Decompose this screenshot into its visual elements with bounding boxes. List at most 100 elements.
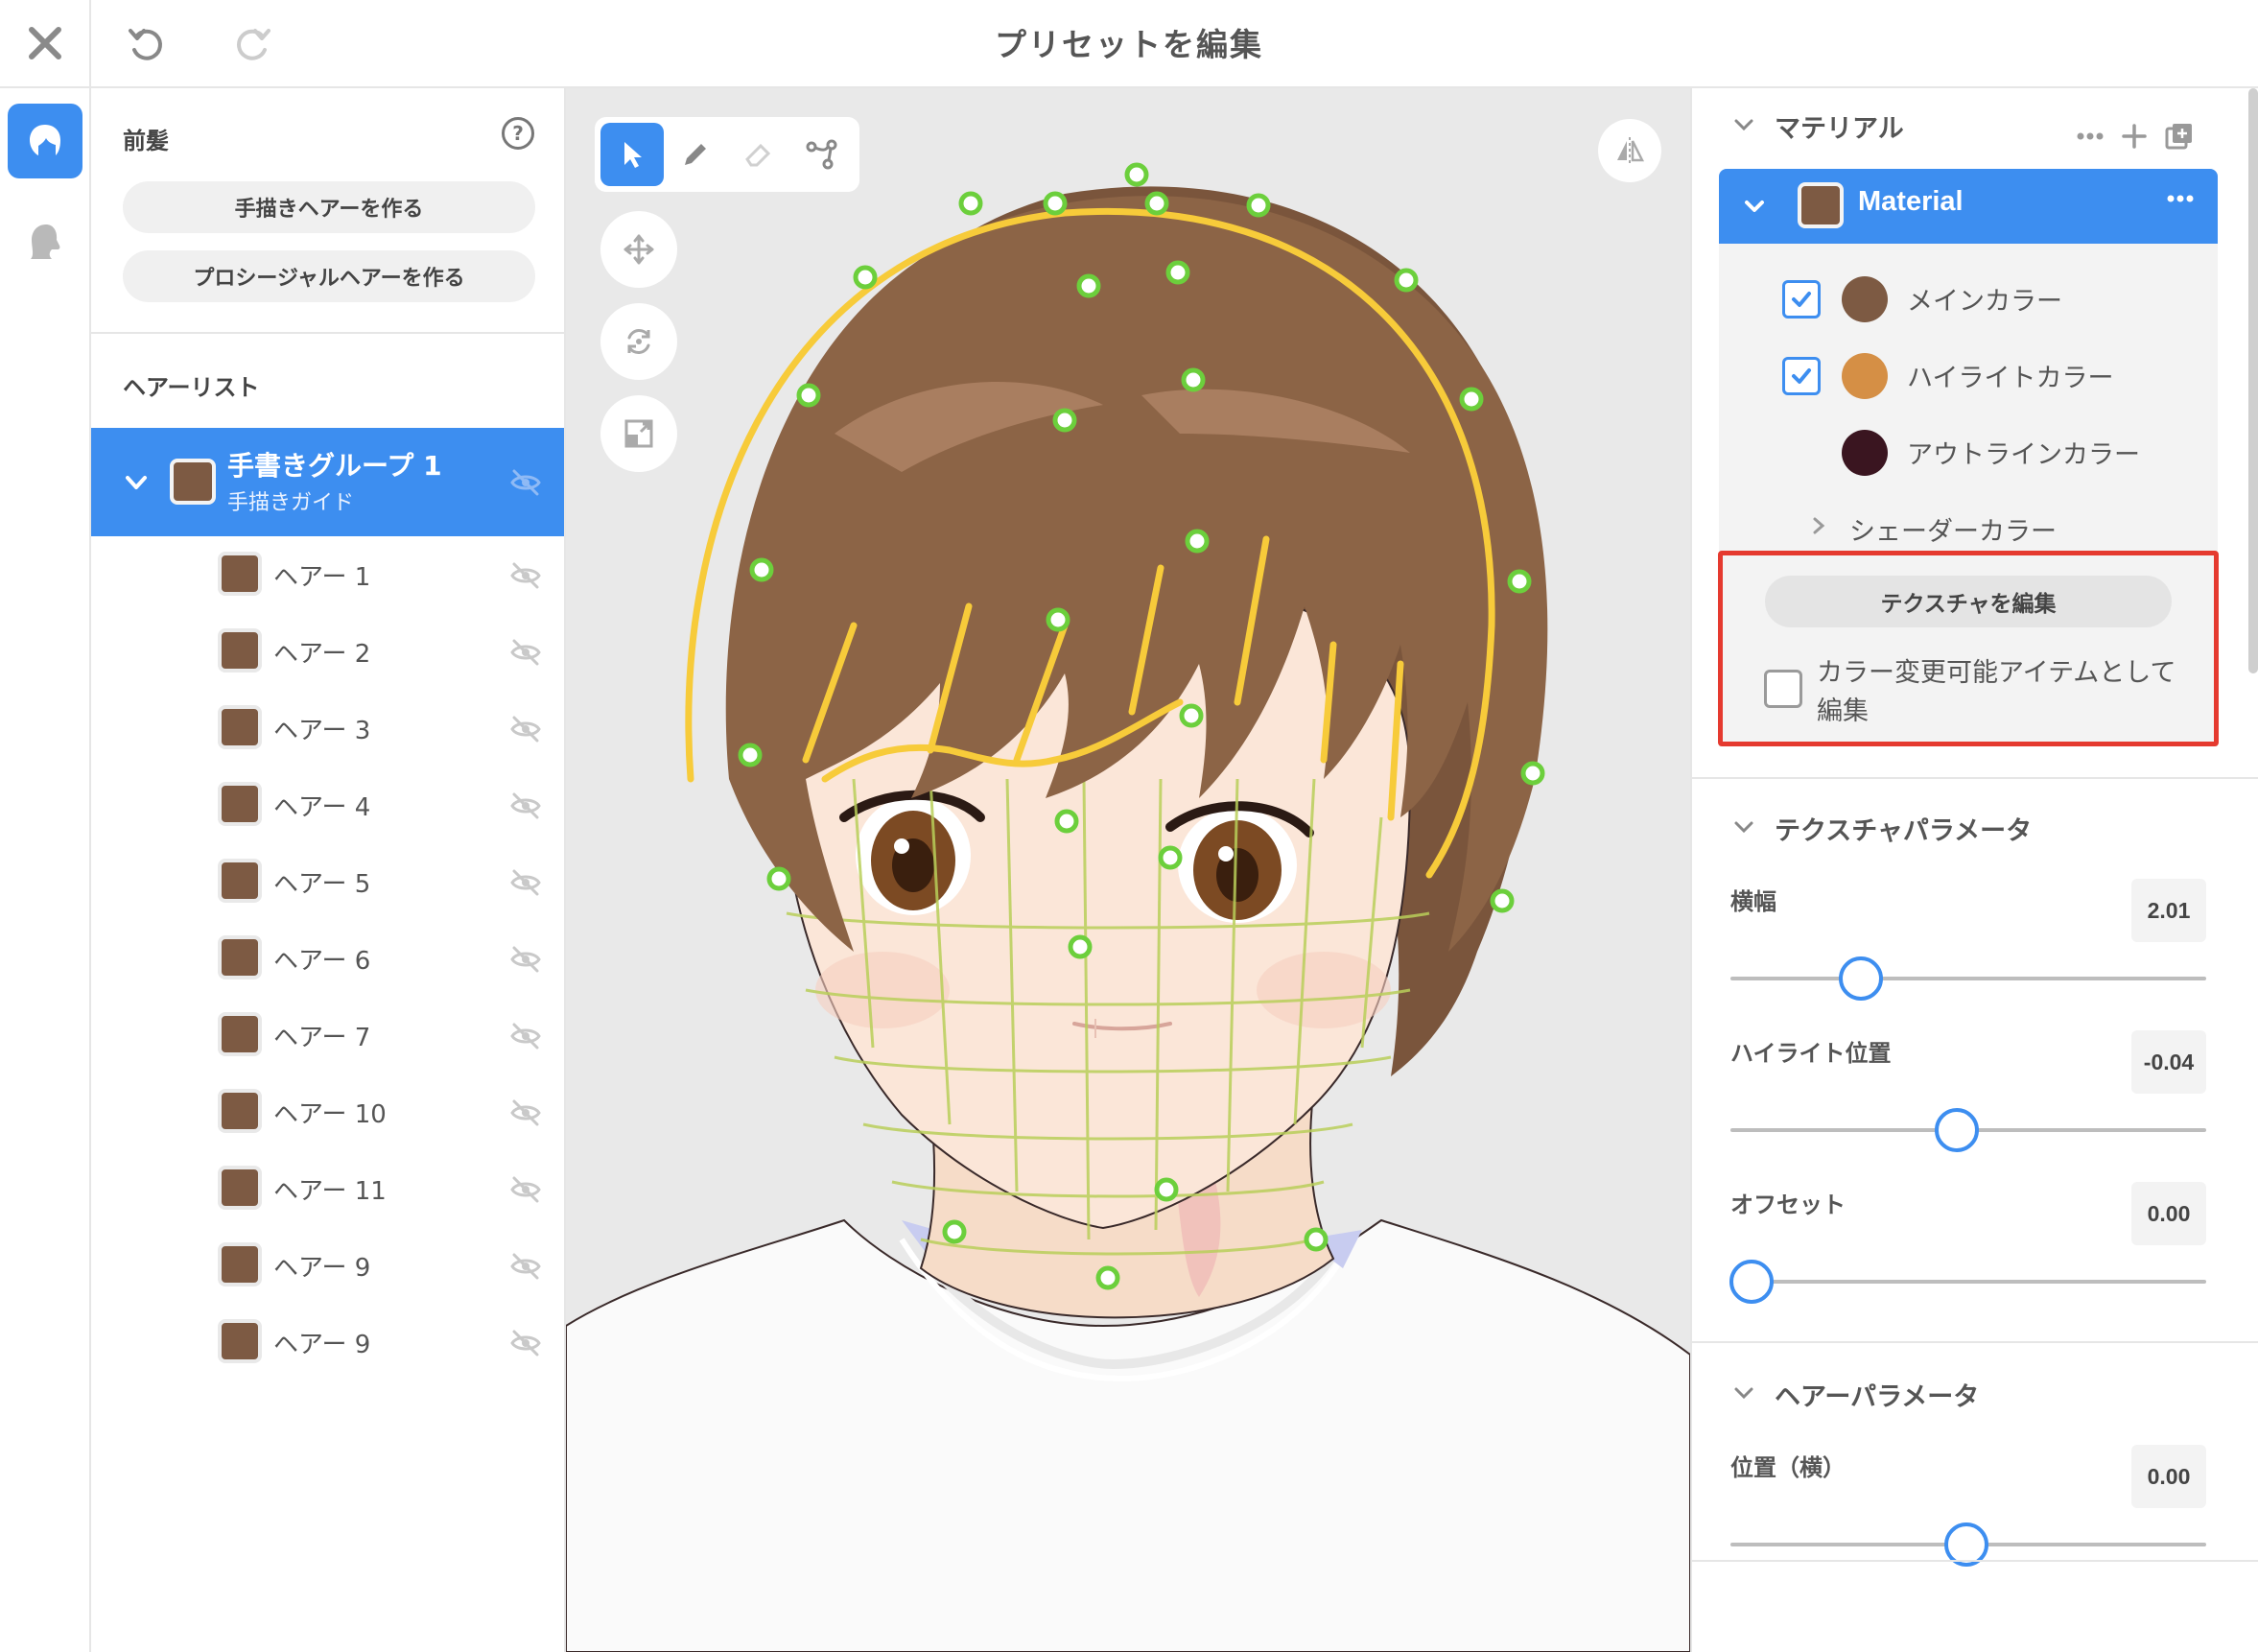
eye-hidden-icon[interactable]: [509, 943, 542, 976]
back-hair-mode-button[interactable]: [8, 203, 82, 278]
main-color-checkbox[interactable]: [1782, 280, 1821, 319]
material-color-swatch[interactable]: [1798, 182, 1844, 228]
eraser-tool-button[interactable]: [727, 123, 790, 186]
help-icon[interactable]: ?: [502, 117, 534, 150]
hair-list-item[interactable]: ヘアー 1: [91, 536, 564, 613]
eye-hidden-icon[interactable]: [509, 1097, 542, 1129]
horizontal-position-value[interactable]: 0.00: [2131, 1445, 2206, 1508]
eye-hidden-icon[interactable]: [509, 790, 542, 822]
hair-color-swatch[interactable]: [218, 705, 262, 749]
hair-color-swatch[interactable]: [218, 628, 262, 673]
chevron-down-icon[interactable]: [1730, 814, 1757, 840]
hair-color-swatch[interactable]: [218, 1166, 262, 1210]
3d-viewport[interactable]: [566, 88, 1690, 1652]
mirror-button[interactable]: [1598, 119, 1661, 182]
highlight-color-row[interactable]: ハイライトカラー: [1719, 340, 2218, 407]
chevron-down-icon[interactable]: [1740, 192, 1769, 221]
main-color-row[interactable]: メインカラー: [1719, 263, 2218, 330]
hair-color-swatch[interactable]: [218, 1012, 262, 1056]
hair-list-item[interactable]: ヘアー 4: [91, 767, 564, 843]
more-icon[interactable]: [2166, 194, 2195, 203]
undo-button[interactable]: [115, 13, 176, 75]
eye-hidden-icon[interactable]: [509, 713, 542, 745]
front-hair-mode-button[interactable]: [8, 104, 82, 178]
redo-icon: [237, 29, 270, 60]
hair-color-swatch[interactable]: [218, 1242, 262, 1286]
add-material-button[interactable]: [2120, 117, 2149, 155]
scrollbar[interactable]: [2248, 88, 2258, 673]
eye-hidden-icon[interactable]: [509, 1020, 542, 1052]
hair-group-row[interactable]: 手書きグループ 1 手描きガイド: [91, 428, 564, 536]
rotate-button[interactable]: [600, 303, 677, 380]
offset-slider-knob[interactable]: [1729, 1260, 1775, 1304]
highlight-position-label: ハイライト位置: [1730, 1040, 1892, 1067]
node-edit-icon: [806, 139, 837, 170]
chevron-down-icon[interactable]: [1730, 111, 1757, 138]
hair-color-swatch[interactable]: [218, 859, 262, 903]
create-handdrawn-hair-button[interactable]: 手描きヘアーを作る: [123, 181, 535, 233]
width-slider[interactable]: [1730, 956, 2206, 1001]
chevron-right-icon[interactable]: [1807, 514, 1830, 537]
create-procedural-hair-button[interactable]: プロシージャルヘアーを作る: [123, 250, 535, 302]
back-hair-icon: [31, 224, 60, 259]
hair-list-item[interactable]: ヘアー 9: [91, 1304, 564, 1381]
material-row[interactable]: Material: [1719, 169, 2218, 244]
hair-color-swatch[interactable]: [218, 552, 262, 596]
material-more-button[interactable]: [2076, 117, 2105, 155]
eye-hidden-icon[interactable]: [509, 1327, 542, 1359]
hair-color-swatch[interactable]: [218, 935, 262, 979]
hair-list-item[interactable]: ヘアー 2: [91, 613, 564, 690]
outline-color-row[interactable]: アウトラインカラー: [1719, 416, 2218, 484]
eye-hidden-icon[interactable]: [509, 866, 542, 899]
redo-button[interactable]: [223, 13, 284, 75]
character-preview[interactable]: [566, 88, 1690, 1652]
duplicate-material-button[interactable]: [2164, 117, 2195, 155]
hair-color-swatch[interactable]: [218, 782, 262, 826]
section-title: 前髪: [123, 128, 169, 154]
hair-list-item[interactable]: ヘアー 11: [91, 1150, 564, 1227]
width-label: 横幅: [1730, 888, 1776, 915]
check-icon: [1792, 368, 1811, 384]
highlight-position-value[interactable]: -0.04: [2131, 1030, 2206, 1094]
hair-list-item[interactable]: ヘアー 5: [91, 843, 564, 920]
hair-list-item[interactable]: ヘアー 3: [91, 690, 564, 767]
highlight-position-slider[interactable]: [1730, 1108, 2206, 1152]
offset-slider[interactable]: [1729, 1260, 2206, 1304]
offset-value[interactable]: 0.00: [2131, 1182, 2206, 1245]
hair-color-swatch[interactable]: [218, 1319, 262, 1363]
eye-hidden-icon[interactable]: [509, 1250, 542, 1283]
highlight-position-slider-knob[interactable]: [1934, 1108, 1979, 1152]
hair-list-item[interactable]: ヘアー 7: [91, 997, 564, 1074]
hair-list-item[interactable]: ヘアー 9: [91, 1227, 564, 1304]
move-button[interactable]: [600, 211, 677, 288]
group-color-swatch[interactable]: [170, 459, 216, 505]
width-slider-knob[interactable]: [1839, 956, 1884, 1001]
chevron-down-icon[interactable]: [120, 466, 153, 499]
highlight-color-swatch[interactable]: [1842, 353, 1888, 399]
move-icon: [623, 234, 654, 265]
outline-color-swatch[interactable]: [1842, 430, 1888, 476]
chevron-down-icon[interactable]: [1730, 1380, 1757, 1406]
eye-hidden-icon[interactable]: [509, 559, 542, 592]
horizontal-position-label: 位置（横）: [1730, 1454, 1846, 1481]
hair-params-title: ヘアーパラメータ: [1775, 1382, 1980, 1412]
eye-hidden-icon[interactable]: [509, 1173, 542, 1206]
main-color-swatch[interactable]: [1842, 276, 1888, 322]
horizontal-position-slider[interactable]: [1730, 1522, 2206, 1567]
close-icon: [28, 27, 61, 59]
hair-item-label: ヘアー 6: [273, 947, 371, 976]
hair-color-swatch[interactable]: [218, 1089, 262, 1133]
select-tool-button[interactable]: [600, 123, 664, 186]
highlight-color-checkbox[interactable]: [1782, 357, 1821, 395]
close-button[interactable]: [0, 0, 91, 86]
scale-button[interactable]: [600, 395, 677, 472]
pen-tool-button[interactable]: [664, 123, 727, 186]
node-tool-button[interactable]: [790, 123, 854, 186]
width-value[interactable]: 2.01: [2131, 879, 2206, 942]
eye-hidden-icon[interactable]: [509, 636, 542, 669]
hair-list-item[interactable]: ヘアー 6: [91, 920, 564, 997]
edit-texture-button[interactable]: テクスチャを編集: [1765, 576, 2172, 627]
color-variable-checkbox[interactable]: [1764, 670, 1802, 708]
hair-list-item[interactable]: ヘアー 10: [91, 1074, 564, 1150]
eye-hidden-icon[interactable]: [509, 466, 542, 499]
